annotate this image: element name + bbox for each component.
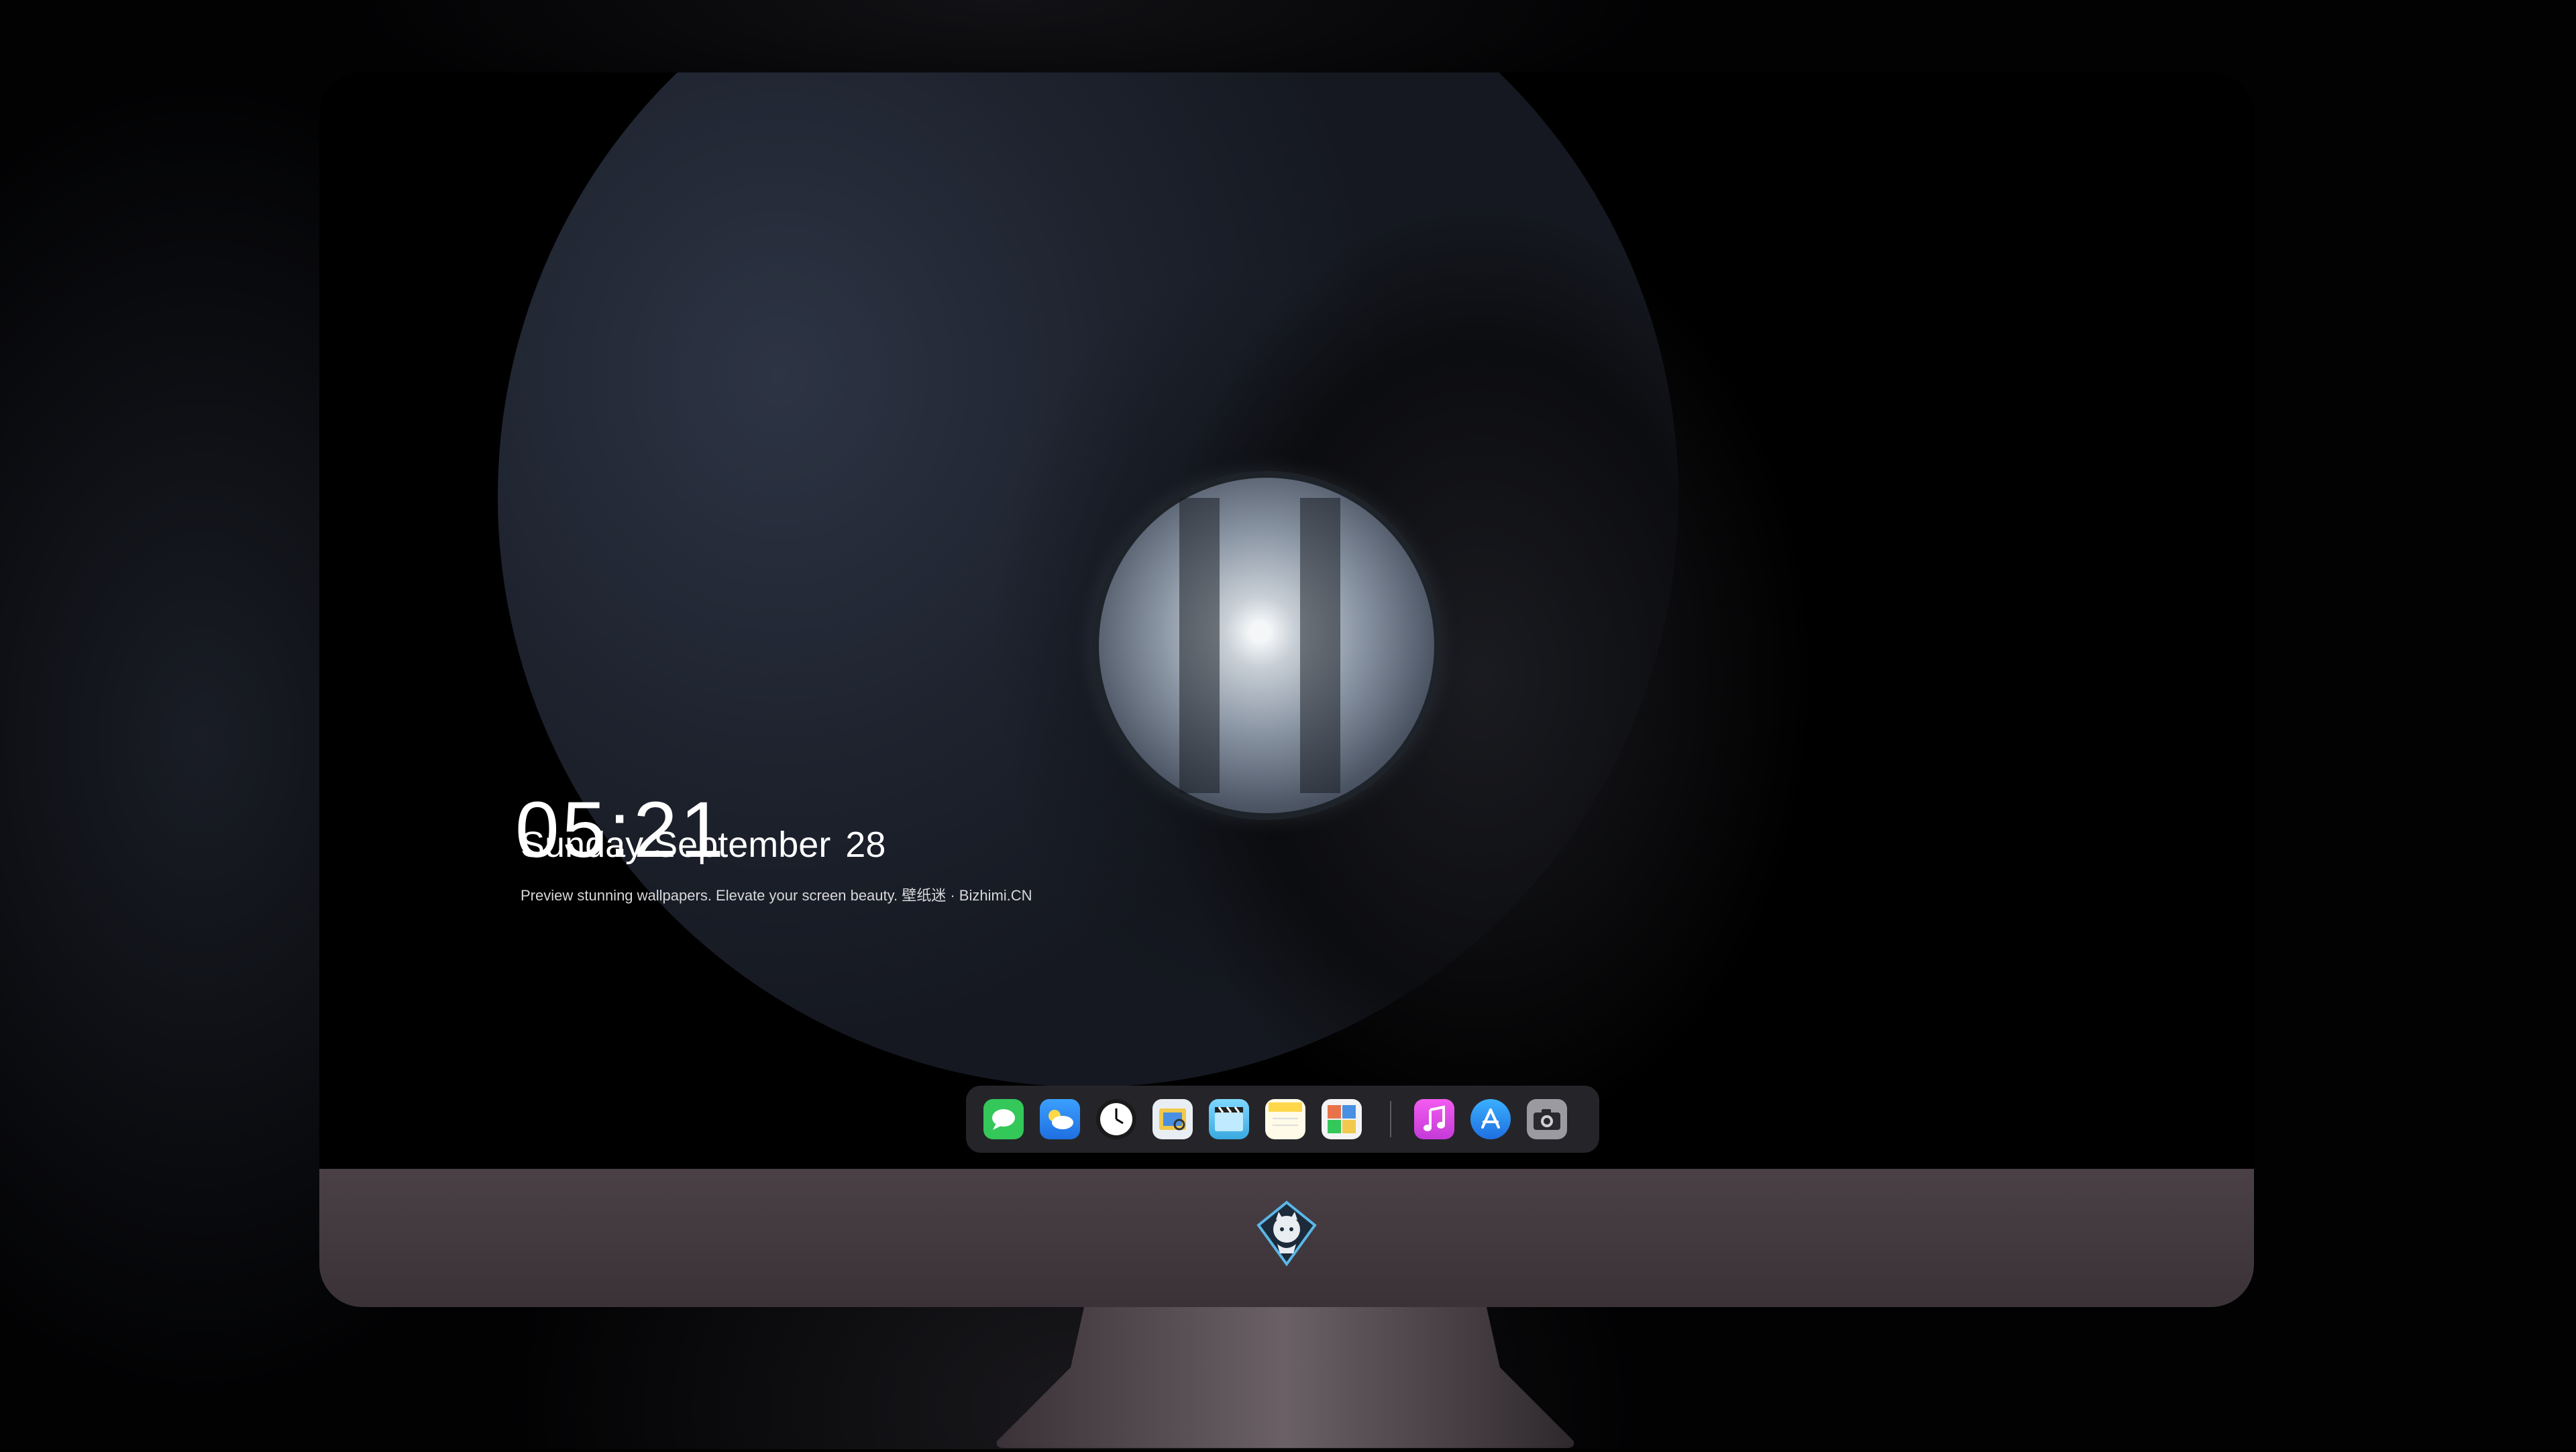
messages-icon[interactable] (983, 1099, 1024, 1139)
mascot-logo-icon (1253, 1200, 1320, 1267)
monitor-stand (990, 1307, 1580, 1449)
preview-icon[interactable] (1152, 1099, 1193, 1139)
monitor-chin (319, 1169, 2254, 1307)
camera-icon[interactable] (1527, 1099, 1567, 1139)
dock (966, 1086, 1599, 1153)
lock-date: Sunday September 28 (521, 827, 885, 863)
clock-icon[interactable] (1096, 1099, 1136, 1139)
lock-date-day: Sunday September (521, 825, 831, 865)
videos-icon[interactable] (1209, 1099, 1249, 1139)
lock-screen: 05:21 Sunday September 28 Preview stunnin… (319, 72, 2254, 1169)
weather-icon[interactable] (1040, 1099, 1080, 1139)
notes-icon[interactable] (1265, 1099, 1305, 1139)
dock-separator (1390, 1101, 1391, 1137)
music-icon[interactable] (1414, 1099, 1454, 1139)
magnifying-glass (1099, 478, 1434, 813)
app-store-icon[interactable] (1470, 1099, 1511, 1139)
photo-booth-icon[interactable] (1322, 1099, 1362, 1139)
monitor: 05:21 Sunday September 28 Preview stunnin… (319, 72, 2254, 1307)
lock-date-number: 28 (845, 825, 886, 865)
lock-tagline: Preview stunning wallpapers. Elevate you… (521, 887, 1032, 904)
